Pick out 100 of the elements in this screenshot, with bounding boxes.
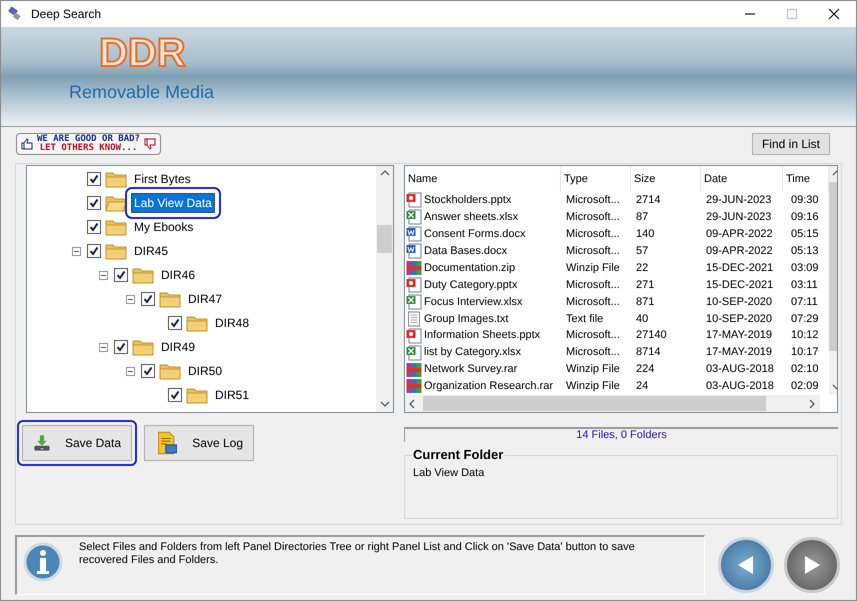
table-cell-text: 07:29 xyxy=(791,312,819,327)
table-cell-text: Answer sheets.xlsx xyxy=(424,210,518,226)
table-cell-text: 871 xyxy=(636,294,654,310)
checkbox[interactable] xyxy=(168,388,182,402)
table-cell-text: Microsoft... xyxy=(566,345,620,360)
checkbox[interactable] xyxy=(141,292,155,306)
folder-icon xyxy=(159,362,181,380)
close-icon[interactable] xyxy=(828,8,840,20)
table-cell-text: 15-DEC-2021 xyxy=(706,278,774,293)
archive-file-icon xyxy=(406,260,422,276)
table-cell-text: Microsoft... xyxy=(566,294,620,310)
tree-item[interactable]: DIR50 xyxy=(186,362,224,380)
table-cell-text: Microsoft... xyxy=(566,193,620,208)
tree-item[interactable]: DIR45 xyxy=(132,242,170,260)
table-cell-text: Documentation.zip xyxy=(424,260,516,276)
table-cell-text: 03-AUG-2018 xyxy=(706,379,774,394)
folder-icon xyxy=(186,386,208,404)
checkbox[interactable] xyxy=(114,268,128,282)
table-cell-text: 57 xyxy=(636,244,648,259)
table-cell-text: Consent Forms.docx xyxy=(424,226,526,242)
table-cell-text: 271 xyxy=(636,278,654,293)
thumbs-up-icon xyxy=(21,138,33,150)
table-cell-text: 8714 xyxy=(636,345,660,360)
table-cell-text: 29-JUN-2023 xyxy=(706,193,772,208)
table-cell-text: Winzip File xyxy=(566,379,620,394)
collapse-toggle[interactable] xyxy=(72,246,80,256)
table-cell-text: 03:11 xyxy=(791,278,818,293)
info-icon xyxy=(23,542,63,582)
table-cell-text: 09:30 xyxy=(791,193,819,208)
table-cell-text: Winzip File xyxy=(566,260,620,276)
vertical-scrollbar[interactable] xyxy=(376,166,393,412)
document-log-icon xyxy=(155,430,178,456)
feedback-prompt: LET OTHERS KNOW... xyxy=(40,144,138,153)
table-cell-text: 05:13 xyxy=(791,244,819,259)
table-cell-text: 05:15 xyxy=(791,226,819,242)
table-cell-text: 140 xyxy=(636,226,654,242)
table-cell-text: 24 xyxy=(636,379,648,394)
table-cell-text: Duty Category.pptx xyxy=(424,278,518,293)
column-header[interactable]: Name xyxy=(405,166,561,192)
table-cell-text: Group Images.txt xyxy=(424,312,508,327)
hint-text: Select Files and Folders from left Panel Directories Tree or right Panel List and Click on 'Save Data' button to save recovered Files and Folders. xyxy=(79,541,636,567)
collapse-toggle[interactable] xyxy=(126,294,134,304)
tree-item[interactable]: DIR51 xyxy=(213,386,252,404)
checkbox[interactable] xyxy=(87,220,101,234)
checkbox[interactable] xyxy=(114,340,128,354)
table-cell-text: 07:11 xyxy=(791,294,818,310)
checkbox[interactable] xyxy=(87,244,101,258)
table-cell-text: 10:17 xyxy=(791,345,819,360)
folder-icon xyxy=(186,314,208,332)
collapse-toggle[interactable] xyxy=(98,270,108,280)
save-log-button[interactable]: Save Log xyxy=(144,425,254,461)
feedback-badge[interactable]: WE ARE GOOD OR BAD? LET OTHERS KNOW... xyxy=(16,133,161,155)
checkbox[interactable] xyxy=(87,172,101,186)
table-cell-text: 40 xyxy=(636,312,648,327)
thumbs-down-icon xyxy=(144,138,156,150)
table-cell-text: Information Sheets.pptx xyxy=(424,328,540,344)
table-cell-text: 22 xyxy=(636,260,648,276)
column-header[interactable]: Type xyxy=(561,166,631,192)
find-in-list-button[interactable]: Find in List xyxy=(752,133,830,155)
app-icon xyxy=(7,6,23,22)
scrollbar-thumb[interactable] xyxy=(423,396,766,411)
table-cell-text: Text file xyxy=(566,312,604,327)
table-cell-text: 224 xyxy=(636,362,654,378)
tree-item[interactable]: DIR49 xyxy=(159,338,198,356)
tree-item[interactable]: DIR48 xyxy=(213,314,252,332)
table-cell-text: 09:16 xyxy=(791,210,819,226)
table-cell-text: 10-SEP-2020 xyxy=(706,312,772,327)
table-cell-text: 03-AUG-2018 xyxy=(706,362,774,378)
folder-icon xyxy=(159,290,181,308)
checkbox[interactable] xyxy=(87,196,101,210)
column-header[interactable]: Size xyxy=(631,166,701,192)
product-subtitle: Removable Media xyxy=(69,81,216,104)
table-cell-text: Organization Research.rar xyxy=(424,379,554,394)
folder-icon xyxy=(132,266,154,284)
table-cell-text: 02:10 xyxy=(791,362,819,378)
tree-item[interactable]: First Bytes xyxy=(132,170,193,188)
table-cell-text: Microsoft... xyxy=(566,278,620,293)
table-cell-text: Network Survey.rar xyxy=(424,362,518,378)
tree-item[interactable]: DIR46 xyxy=(159,266,198,284)
collapse-toggle[interactable] xyxy=(126,366,134,376)
checkbox[interactable] xyxy=(141,364,155,378)
scrollbar-thumb[interactable] xyxy=(377,225,392,253)
table-cell-text: list by Category.xlsx xyxy=(424,345,521,360)
table-cell-text: 17-MAY-2019 xyxy=(706,345,772,360)
horizontal-scrollbar[interactable] xyxy=(405,395,820,412)
table-cell-text: 09-APR-2022 xyxy=(706,244,773,259)
archive-file-icon xyxy=(406,362,422,378)
table-cell-text: 02:09 xyxy=(791,379,819,394)
table-cell-text: 29-JUN-2023 xyxy=(706,210,772,226)
table-cell-text: 87 xyxy=(636,210,648,226)
open-folder-icon xyxy=(105,194,127,212)
table-cell-text: 03:09 xyxy=(791,260,819,276)
table-cell-text: 10:12 xyxy=(791,328,819,344)
collapse-toggle[interactable] xyxy=(98,342,108,352)
checkbox[interactable] xyxy=(168,316,182,330)
tree-item[interactable]: DIR47 xyxy=(186,290,224,308)
feedback-question: WE ARE GOOD OR BAD? xyxy=(37,135,140,144)
tree-item[interactable]: My Ebooks xyxy=(132,218,196,236)
column-header[interactable]: Date xyxy=(701,166,783,192)
table-cell-text: Microsoft... xyxy=(566,210,620,226)
